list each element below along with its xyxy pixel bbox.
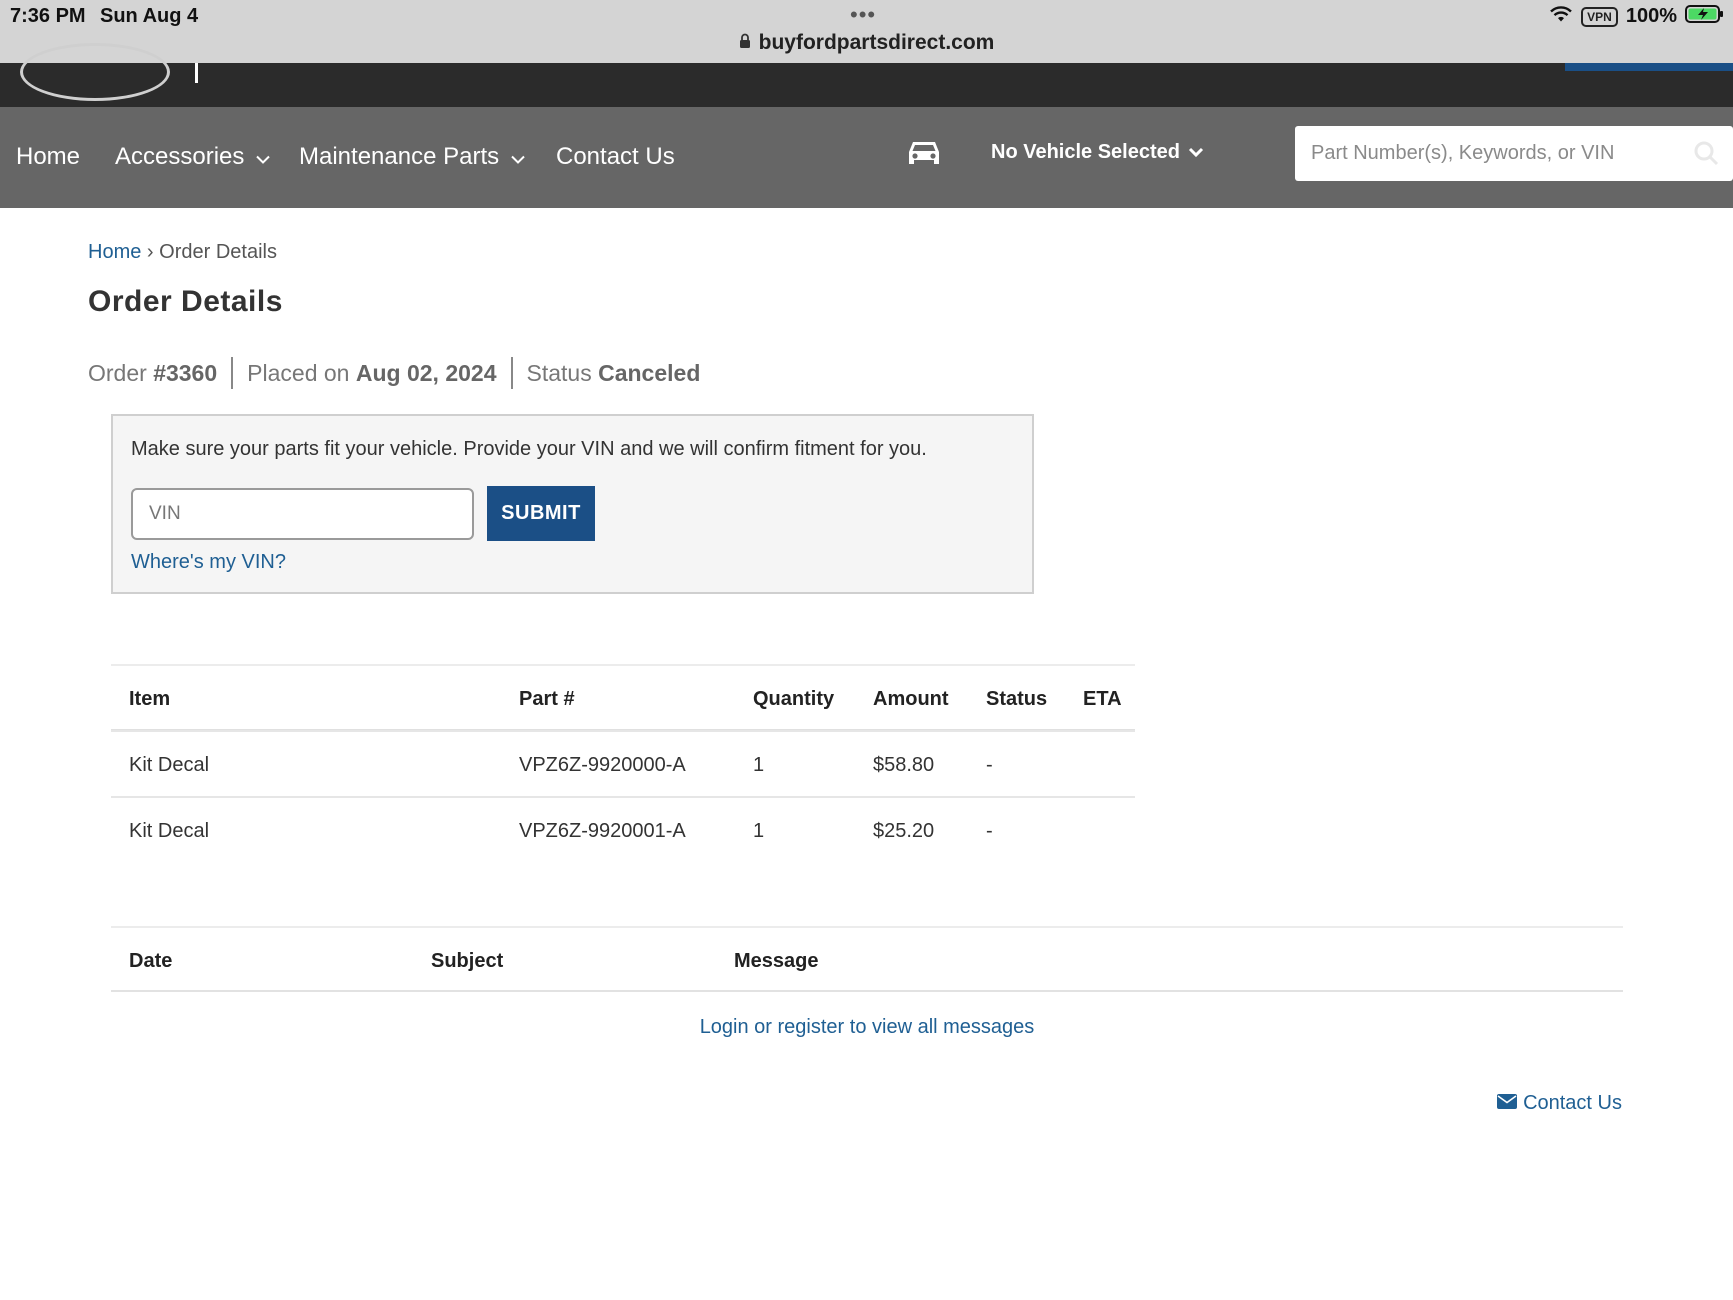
contact-us-link[interactable]: Contact Us [1497,1092,1622,1115]
col-date-header: Date [129,949,173,972]
url-text: buyfordpartsdirect.com [758,31,995,54]
messages-header-row: Date Subject Message [111,926,1623,992]
order-number: #3360 [153,359,218,386]
item-quantity: 1 [753,819,765,842]
item-part-number: VPZ6Z-9920001-A [519,819,686,842]
search-box [1295,126,1733,181]
col-subject-header: Subject [431,949,504,972]
col-amount-header: Amount [873,687,949,710]
status-label: Status [526,359,592,386]
order-items-table: Item Part # Quantity Amount Status ETA K… [111,664,1135,862]
meta-divider [231,357,234,389]
col-item-header: Item [129,687,171,710]
vin-fitment-panel: Make sure your parts fit your vehicle. P… [111,414,1034,594]
table-header-row: Item Part # Quantity Amount Status ETA [111,664,1135,730]
item-part-number: VPZ6Z-9920000-A [519,753,686,776]
col-status-header: Status [986,687,1048,710]
more-dots-icon[interactable]: ••• [850,2,876,28]
status-date: Sun Aug 4 [100,5,199,27]
address-bar[interactable]: buyfordpartsdirect.com [0,31,1733,55]
col-quantity-header: Quantity [753,687,835,710]
placed-date: Aug 02, 2024 [355,359,497,386]
header-divider [195,63,198,83]
col-part-header: Part # [519,687,575,710]
order-status: Canceled [598,359,701,386]
order-label: Order [88,359,147,386]
messages-login-row: Login or register to view all messages [111,1016,1623,1039]
vpn-badge: VPN [1581,6,1618,27]
nav-maintenance-label: Maintenance Parts [299,143,500,170]
meta-divider [510,357,513,389]
vehicle-selector[interactable]: No Vehicle Selected [991,141,1204,164]
car-icon[interactable] [906,138,942,173]
item-quantity: 1 [753,753,765,776]
nav-accessories[interactable]: Accessories [115,143,271,171]
page-title: Order Details [88,285,283,318]
status-time: 7:36 PM [10,5,86,27]
main-nav: Home Accessories Maintenance Parts Conta… [0,107,1733,208]
nav-contact-us[interactable]: Contact Us [556,143,675,171]
item-status: - [986,819,993,842]
status-right: VPN 100% [1549,4,1725,29]
search-input[interactable] [1295,126,1675,181]
item-name: Kit Decal [129,819,210,842]
vin-input[interactable] [131,488,474,540]
nav-accessories-label: Accessories [115,143,245,170]
item-amount: $25.20 [873,819,935,842]
col-eta-header: ETA [1083,687,1122,710]
breadcrumb: Home › Order Details [88,241,277,264]
item-name: Kit Decal [129,753,210,776]
ford-logo[interactable] [20,43,170,101]
nav-contact-label: Contact Us [556,143,675,170]
battery-charging-icon [1685,4,1725,29]
search-icon[interactable] [1693,140,1719,171]
vin-submit-button[interactable]: SUBMIT [487,486,595,541]
item-status: - [986,753,993,776]
lock-icon [739,31,751,55]
item-amount: $58.80 [873,753,935,776]
wheres-my-vin-link[interactable]: Where's my VIN? [131,551,286,574]
chevron-down-icon [511,143,525,171]
table-row: Kit Decal VPZ6Z-9920000-A 1 $58.80 - [111,730,1135,796]
browser-status-bar: 7:36 PM Sun Aug 4 ••• buyfordpartsdirect… [0,0,1733,63]
nav-home-label: Home [16,143,81,170]
messages-table: Date Subject Message Login or register t… [111,926,1623,1038]
battery-percent: 100% [1625,5,1677,27]
header-accent-bar [1565,63,1733,71]
placed-label: Placed on [247,359,350,386]
breadcrumb-current: Order Details [159,241,277,263]
brand-header [0,43,1733,107]
login-register-link[interactable]: Login or register to view all messages [700,1016,1035,1038]
wifi-icon [1549,5,1573,28]
chevron-down-icon [1188,141,1204,164]
breadcrumb-separator: › [146,241,154,263]
table-row: Kit Decal VPZ6Z-9920001-A 1 $25.20 - [111,796,1135,862]
breadcrumb-home[interactable]: Home [88,241,141,263]
chevron-down-icon [256,143,271,171]
col-message-header: Message [734,949,819,972]
contact-us-label: Contact Us [1523,1092,1622,1114]
vehicle-selector-label: No Vehicle Selected [991,141,1180,163]
vin-message: Make sure your parts fit your vehicle. P… [131,438,927,460]
envelope-icon [1497,1092,1518,1115]
order-meta: Order #3360 Placed on Aug 02, 2024 Statu… [88,357,701,389]
nav-maintenance-parts[interactable]: Maintenance Parts [299,143,525,171]
nav-home[interactable]: Home [16,143,80,171]
